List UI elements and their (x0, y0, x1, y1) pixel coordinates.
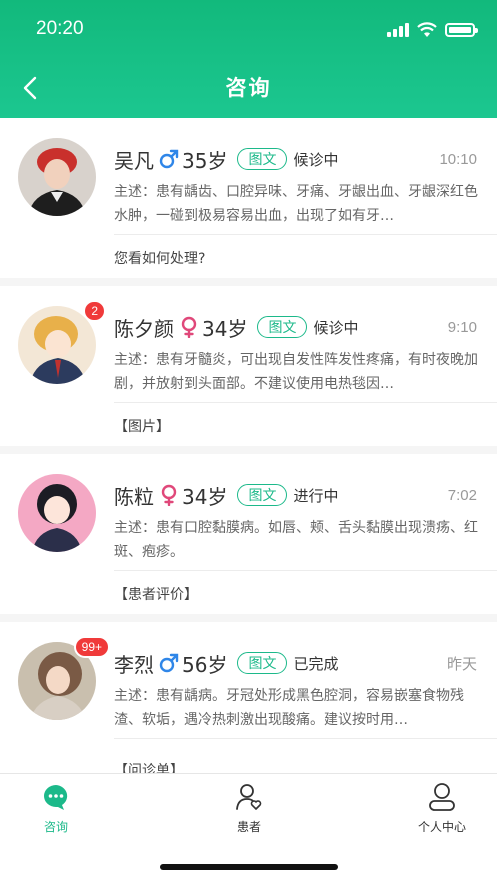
avatar (18, 474, 96, 552)
consult-type-tag: 图文 (237, 484, 288, 506)
consult-description: 主述：患有龋齿、口腔异味、牙痛、牙龈出血、牙龈深红色水肿，一碰到极易容易出血，出… (114, 184, 478, 224)
patient-info-row: 李烈 56岁 图文 已完成 昨天 (114, 648, 477, 678)
wifi-icon (417, 22, 437, 37)
patient-name: 吴凡 (114, 148, 154, 173)
avatar: 99+ (18, 636, 110, 720)
latest-message: 【问诊单】 (114, 763, 184, 773)
consult-status: 候诊中 (313, 318, 359, 337)
consult-time: 7:02 (447, 486, 477, 504)
divider (114, 738, 497, 739)
consultation-card[interactable]: 99+ 李烈 56岁 图文 已完成 昨天 主述：患有龋病。牙冠处形成黑色腔洞，容… (0, 622, 497, 773)
consult-status: 已完成 (293, 654, 339, 673)
patient-info-row: 陈粒 34岁 图文 进行中 7:02 (114, 480, 477, 510)
consult-description: 主述：患有牙髓炎，可出现自发性阵发性疼痛，有时夜晚加剧，并放射到头面部。不建议使… (114, 352, 478, 392)
section-gap (0, 614, 497, 622)
patient-age: 35岁 (182, 148, 228, 173)
app-header: 20:20 咨询 (0, 0, 497, 118)
patient-age: 56岁 (182, 652, 228, 677)
patient-age: 34岁 (182, 484, 228, 509)
consult-type-tag: 图文 (237, 148, 288, 170)
male-icon (159, 653, 179, 673)
patient-info-row: 陈夕颜 34岁 图文 候诊中 9:10 (114, 312, 477, 342)
nav-bar: 咨询 (0, 60, 497, 118)
avatar (18, 138, 96, 216)
page-title: 咨询 (225, 76, 272, 100)
patient-name: 陈夕颜 (114, 316, 174, 341)
battery-icon (445, 23, 478, 37)
tab-profile[interactable]: 个人中心 (397, 782, 487, 835)
patient-name: 李烈 (114, 652, 154, 677)
tab-label: 咨询 (43, 820, 68, 834)
consultation-card[interactable]: 吴凡 35岁 图文 候诊中 10:10 主述：患有龋齿、口腔异味、牙痛、牙龈出血… (0, 118, 497, 286)
consult-time: 9:10 (447, 318, 477, 336)
tab-patients[interactable]: 患者 (204, 782, 294, 835)
avatar-image (18, 474, 96, 552)
consult-description: 主述：患有口腔黏膜病。如唇、颊、舌头黏膜出现溃疡、红斑、疱疹。 (114, 520, 478, 560)
male-icon (159, 149, 179, 169)
unread-badge: 99+ (73, 636, 110, 658)
home-indicator[interactable] (160, 864, 338, 870)
patient-info-row: 吴凡 35岁 图文 候诊中 10:10 (114, 144, 477, 174)
section-gap (0, 278, 497, 286)
tab-label: 患者 (236, 820, 261, 834)
consultation-list: 吴凡 35岁 图文 候诊中 10:10 主述：患有龋齿、口腔异味、牙痛、牙龈出血… (0, 118, 497, 773)
consult-description: 主述：患有龋病。牙冠处形成黑色腔洞，容易嵌塞食物残渣、软垢，遇冷热刺激出现酸痛。… (114, 688, 464, 728)
patient-age: 34岁 (202, 316, 248, 341)
consultation-card[interactable]: 陈粒 34岁 图文 进行中 7:02 主述：患有口腔黏膜病。如唇、颊、舌头黏膜出… (0, 454, 497, 622)
latest-message: 【患者评价】 (114, 587, 198, 603)
cellular-signal-icon (387, 23, 409, 37)
divider (114, 402, 497, 403)
avatar-image (18, 138, 96, 216)
patient-icon (234, 782, 264, 812)
status-icons (387, 22, 478, 38)
status-time: 20:20 (36, 18, 84, 39)
unread-badge: 2 (83, 300, 106, 322)
divider (114, 234, 497, 235)
consult-status: 进行中 (293, 486, 339, 505)
consultation-card[interactable]: 2 陈夕颜 34岁 图文 候诊中 9:10 主述：患有牙髓炎，可出现自发性阵发性… (0, 286, 497, 454)
consult-type-tag: 图文 (257, 316, 308, 338)
consult-time: 昨天 (446, 655, 477, 673)
consult-status: 候诊中 (293, 150, 339, 169)
avatar: 2 (18, 300, 106, 384)
profile-icon (427, 782, 457, 812)
status-bar: 20:20 (0, 0, 497, 60)
female-icon (161, 484, 177, 506)
divider (114, 570, 497, 571)
section-gap (0, 446, 497, 454)
latest-message: 您看如何处理? (114, 251, 206, 267)
tab-consult[interactable]: 咨询 (11, 782, 101, 835)
latest-message: 【图片】 (114, 419, 170, 435)
female-icon (181, 316, 197, 338)
chat-bubble-icon (41, 782, 71, 812)
consult-type-tag: 图文 (237, 652, 288, 674)
patient-name: 陈粒 (114, 484, 154, 509)
consult-time: 10:10 (439, 150, 477, 168)
tab-label: 个人中心 (417, 820, 466, 834)
